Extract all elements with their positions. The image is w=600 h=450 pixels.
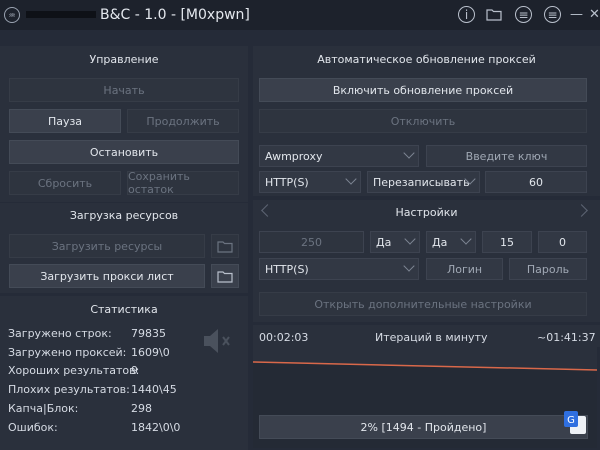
window-title: B&C - 1.0 - [M0xpwn] [100,7,250,23]
progress-text: 2% [1494 - Пройдено] [360,420,487,434]
translate-icon[interactable]: G [563,410,587,436]
progress-bar: 2% [1494 - Пройдено] [259,415,588,439]
load-resources-button[interactable]: Загрузить ресурсы [9,234,205,258]
load-proxy-button[interactable]: Загрузить прокси лист [9,264,205,288]
app-logo-icon: ♒ [4,7,20,23]
folder-icon [217,240,233,253]
stat-value-good: 9 [131,364,138,377]
minimize-icon[interactable]: — [568,6,585,23]
proxy-protocol-value: HTTP(S) [265,175,309,189]
option2-value: Да [432,235,448,249]
folder-icon[interactable] [485,6,502,23]
elapsed-time: 00:02:03 [259,331,309,344]
settings-protocol-value: HTTP(S) [265,262,309,276]
stat-label-rows: Загружено строк: [8,327,112,340]
chevron-down-icon [404,233,416,245]
proxy-update-header: Автоматическое обновление проксей [317,52,536,66]
info-icon[interactable]: i [458,6,475,23]
option1-select[interactable]: Да [370,231,420,253]
login-input[interactable]: Логин [426,258,503,280]
proxy-folder-button[interactable] [211,264,239,288]
stat-label-captcha: Капча|Блок: [8,402,79,415]
chevron-down-icon [345,173,357,185]
chevron-down-icon [403,260,415,272]
svg-text:G: G [567,415,575,426]
proxy-protocol-select[interactable]: HTTP(S) [259,171,361,193]
stat-value-errors: 1842\0\0 [131,421,181,434]
value1-input[interactable]: 15 [482,231,532,253]
title-bar: ♒ B&C - 1.0 - [M0xpwn] i ≡ ≡ — ✕ [0,0,600,30]
pause-button[interactable]: Пауза [9,109,121,133]
menu-icon[interactable]: ≡ [544,6,561,23]
proxy-mode-select[interactable]: Перезаписывать [367,171,480,193]
stat-label-proxies: Загружено проксей: [8,346,127,359]
list-icon[interactable]: ≡ [515,6,532,23]
resources-header: Загрузка ресурсов [69,208,179,222]
reset-button[interactable]: Сбросить [9,171,121,195]
rate-label: Итераций в минуту [375,331,488,344]
proxy-mode-value: Перезаписывать [373,175,470,189]
mute-icon[interactable] [201,327,233,358]
key-input[interactable]: Введите ключ [426,145,587,167]
interval-input[interactable]: 60 [485,171,587,193]
resources-folder-button[interactable] [211,234,239,258]
password-input[interactable]: Пароль [509,258,587,280]
proxy-source-value: Awmproxy [265,149,323,163]
close-icon[interactable]: ✕ [586,6,600,23]
stop-button[interactable]: Остановить [9,140,239,164]
value2-input[interactable]: 0 [538,231,587,253]
remaining-time: ~01:41:37 [537,331,596,344]
redacted-title-prefix [26,11,96,18]
stat-label-bad: Плохих результатов: [8,383,130,396]
save-rest-button[interactable]: Сохранить остаток [127,170,239,196]
threads-input[interactable]: 250 [259,231,364,253]
stat-label-errors: Ошибок: [8,421,58,434]
folder-icon [217,270,233,283]
resume-button[interactable]: Продолжить [127,109,239,133]
chevron-down-icon [403,147,415,159]
settings-protocol-select[interactable]: HTTP(S) [259,258,419,280]
enable-proxy-update-button[interactable]: Включить обновление проксей [259,78,587,102]
advanced-settings-button[interactable]: Открыть дополнительные настройки [259,292,587,316]
control-header: Управление [89,52,159,66]
start-button[interactable]: Начать [9,78,239,102]
stats-header: Статистика [90,302,158,316]
stat-value-rows: 79835 [131,327,166,340]
stat-value-bad: 1440\45 [131,383,177,396]
stat-value-captcha: 298 [131,402,152,415]
disable-proxy-update-button[interactable]: Отключить [259,109,587,133]
option1-value: Да [376,235,392,249]
stat-value-proxies: 1609\0 [131,346,170,359]
option2-select[interactable]: Да [426,231,476,253]
settings-header: Настройки [395,205,458,219]
stat-label-good: Хороших результатов: [8,364,140,377]
chevron-down-icon [460,233,472,245]
proxy-source-select[interactable]: Awmproxy [259,145,419,167]
